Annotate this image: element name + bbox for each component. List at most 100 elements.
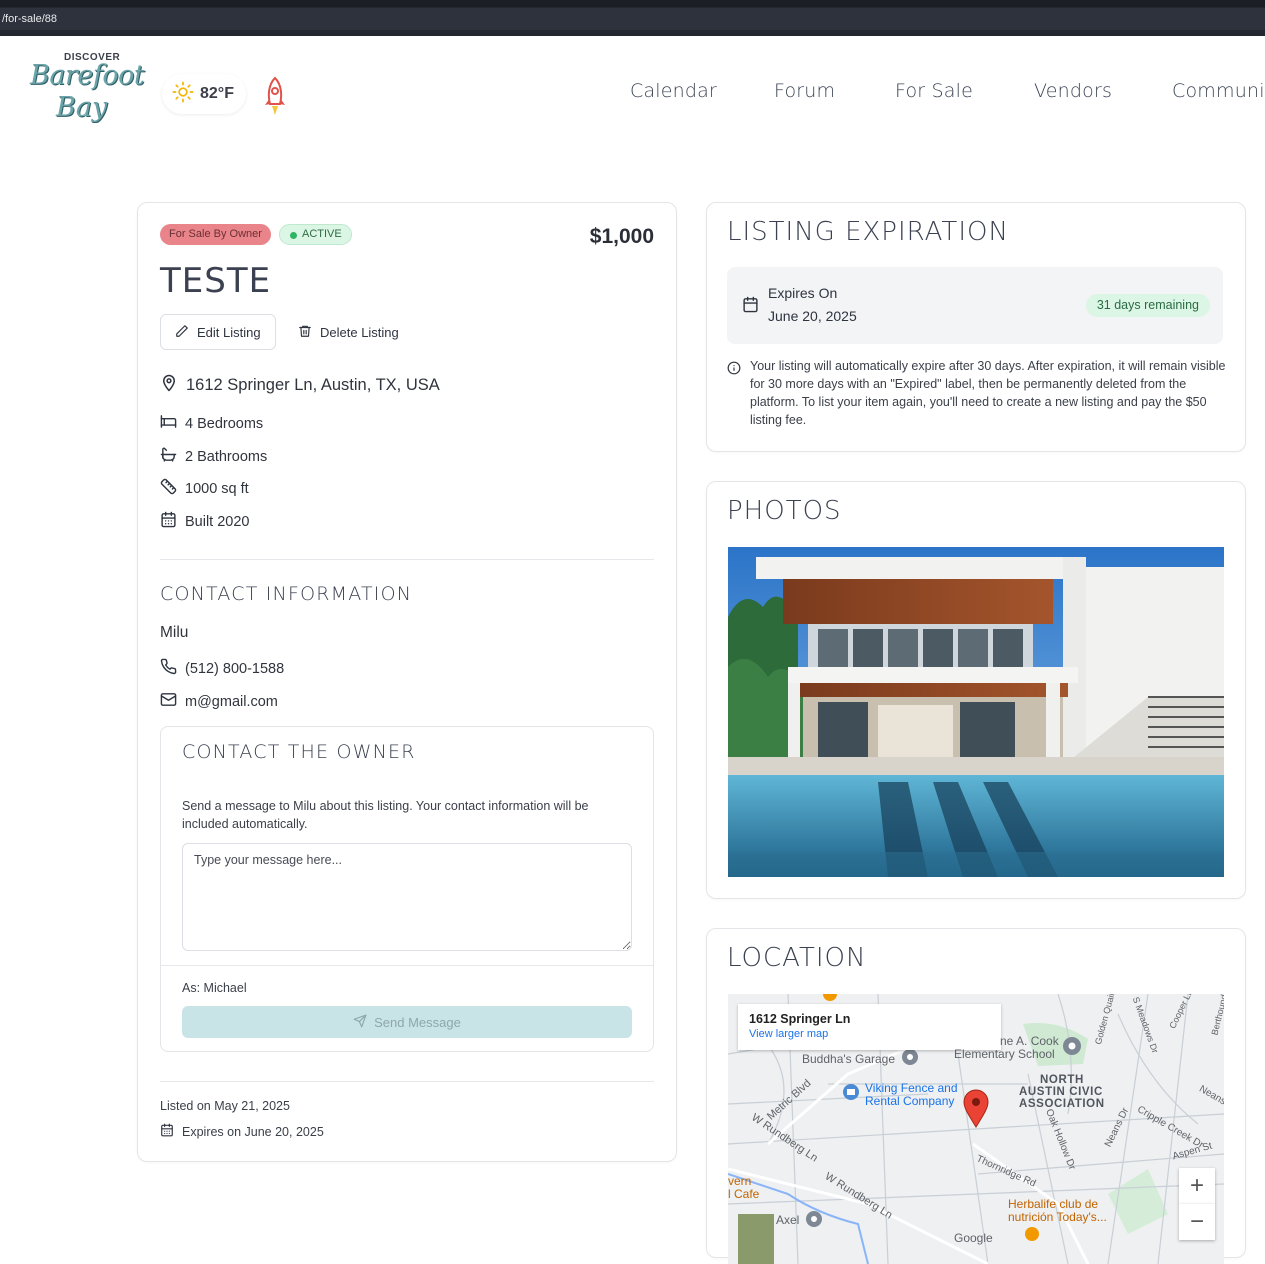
map-label: NORTH (1040, 1074, 1084, 1086)
delete-listing-button[interactable]: Delete Listing (288, 314, 418, 350)
phone-row[interactable]: (512) 800-1588 (160, 658, 284, 679)
size-value: 1000 sq ft (185, 480, 249, 497)
info-icon (727, 360, 741, 379)
contact-phone: (512) 800-1588 (185, 660, 285, 677)
contact-email: m@gmail.com (185, 693, 278, 710)
bedrooms-row: 4 Bedrooms (160, 413, 263, 434)
url-field[interactable]: /for-sale/88 (0, 8, 1265, 30)
nav-calendar[interactable]: Calendar (630, 80, 717, 110)
map-label: Axel (776, 1213, 800, 1227)
calendar-icon (160, 511, 185, 532)
map-label: Rental Company (865, 1094, 955, 1108)
map-label: Viking Fence and (865, 1081, 958, 1095)
sender-label: As: Michael (182, 981, 247, 995)
nav-community[interactable]: Community (1172, 80, 1265, 110)
site-logo[interactable]: DISCOVER Barefoot Bay (30, 50, 150, 130)
send-message-button[interactable]: Send Message (182, 1006, 632, 1038)
ruler-icon (160, 478, 185, 499)
browser-bar: /for-sale/88 (0, 0, 1265, 36)
mail-icon (160, 691, 185, 712)
photos-heading: PHOTOS (727, 496, 842, 526)
listing-photo[interactable] (728, 547, 1224, 877)
expires-on-date: Expires on June 20, 2025 (182, 1124, 324, 1139)
logo-script-line1: Barefoot (30, 60, 145, 91)
message-textarea[interactable] (182, 843, 632, 951)
pencil-icon (175, 324, 197, 341)
expiration-box: Expires On June 20, 2025 31 days remaini… (727, 267, 1223, 344)
listed-on-date: Listed on May 21, 2025 (160, 1099, 290, 1113)
footer-divider (160, 1081, 654, 1082)
map-label: nutrición Today's... (1008, 1210, 1107, 1224)
weather-widget: 82°F (162, 74, 246, 114)
address-row: 1612 Springer Ln, Austin, TX, USA (160, 374, 440, 397)
location-card: LOCATION 1612 Springer Ln View larger ma… (706, 928, 1246, 1264)
phone-icon (160, 658, 185, 679)
expiration-heading: LISTING EXPIRATION (727, 217, 1009, 247)
status-dot (290, 232, 297, 239)
contact-owner-form: CONTACT THE OWNER Send a message to Milu… (160, 726, 654, 1052)
browser-tab-strip (0, 0, 1265, 7)
map-label: Buddha's Garage (802, 1052, 896, 1066)
rocket-icon[interactable] (262, 76, 288, 118)
listing-title: TESTE (160, 261, 272, 301)
delete-listing-label: Delete Listing (320, 324, 399, 340)
trash-icon (298, 324, 320, 341)
expires-on-row: Expires on June 20, 2025 (160, 1123, 324, 1140)
edit-listing-label: Edit Listing (197, 324, 261, 340)
map-pin-icon (160, 374, 186, 397)
listing-card: For Sale By Owner ACTIVE $1,000 TESTE Ed… (137, 202, 677, 1162)
contact-name: Milu (160, 624, 189, 641)
status-badge: ACTIVE (279, 224, 352, 245)
bathrooms-value: 2 Bathrooms (185, 448, 268, 465)
listing-type-badge: For Sale By Owner (160, 224, 271, 245)
section-divider (160, 559, 654, 560)
listing-address: 1612 Springer Ln, Austin, TX, USA (186, 376, 440, 394)
nav-for-sale[interactable]: For Sale (895, 80, 973, 110)
map-zoom-out-button[interactable]: − (1179, 1204, 1215, 1240)
expires-on-label: Expires On (768, 285, 838, 301)
send-icon (353, 1014, 374, 1031)
email-row[interactable]: m@gmail.com (160, 691, 278, 712)
expiration-date: June 20, 2025 (768, 308, 857, 324)
nav-vendors[interactable]: Vendors (1034, 80, 1112, 110)
map-label: ASSOCIATION (1019, 1098, 1105, 1110)
site-header: DISCOVER Barefoot Bay 82°F Calendar Foru… (0, 36, 1265, 156)
days-remaining-badge: 31 days remaining (1085, 294, 1210, 317)
expiration-card: LISTING EXPIRATION Expires On June 20, 2… (706, 202, 1246, 452)
bedrooms-value: 4 Bedrooms (185, 415, 264, 432)
bathrooms-row: 2 Bathrooms (160, 446, 267, 467)
map-label: vern (728, 1174, 752, 1188)
send-message-label: Send Message (374, 1014, 461, 1030)
map-label: ne A. Cook (1000, 1034, 1059, 1048)
bed-icon (160, 413, 185, 434)
map-label: AUSTIN CIVIC (1019, 1086, 1103, 1098)
form-divider (161, 965, 653, 966)
map-address: 1612 Springer Ln (749, 1012, 851, 1026)
listing-price: $1,000 (589, 225, 654, 248)
edit-listing-button[interactable]: Edit Listing (160, 314, 276, 350)
location-heading: LOCATION (727, 943, 867, 973)
built-row: Built 2020 (160, 511, 250, 532)
map-label: Herbalife club de (1008, 1197, 1099, 1211)
built-value: Built 2020 (185, 513, 250, 530)
expiration-note-text: Your listing will automatically expire a… (750, 359, 1226, 427)
size-row: 1000 sq ft (160, 478, 249, 499)
status-badge-label: ACTIVE (302, 228, 342, 240)
logo-script-line2: Bay (56, 92, 108, 123)
map-zoom-in-button[interactable]: + (1179, 1168, 1215, 1204)
map-label: l Cafe (728, 1187, 760, 1201)
location-map[interactable]: 1612 Springer Ln View larger map Buddha'… (728, 994, 1224, 1264)
map-info-window: 1612 Springer Ln View larger map (738, 1004, 1001, 1050)
contact-owner-description: Send a message to Milu about this listin… (182, 799, 589, 831)
contact-owner-heading: CONTACT THE OWNER (182, 741, 416, 763)
bath-icon (160, 446, 185, 467)
photos-card: PHOTOS (706, 481, 1246, 899)
contact-info-heading: CONTACT INFORMATION (160, 583, 413, 605)
calendar-icon (160, 1123, 182, 1140)
map-label: Elementary School (954, 1047, 1055, 1061)
weather-temperature: 82°F (200, 85, 234, 102)
calendar-icon (742, 296, 759, 317)
sun-icon (172, 81, 194, 107)
nav-forum[interactable]: Forum (774, 80, 835, 110)
view-larger-map-link[interactable]: View larger map (749, 1028, 990, 1040)
